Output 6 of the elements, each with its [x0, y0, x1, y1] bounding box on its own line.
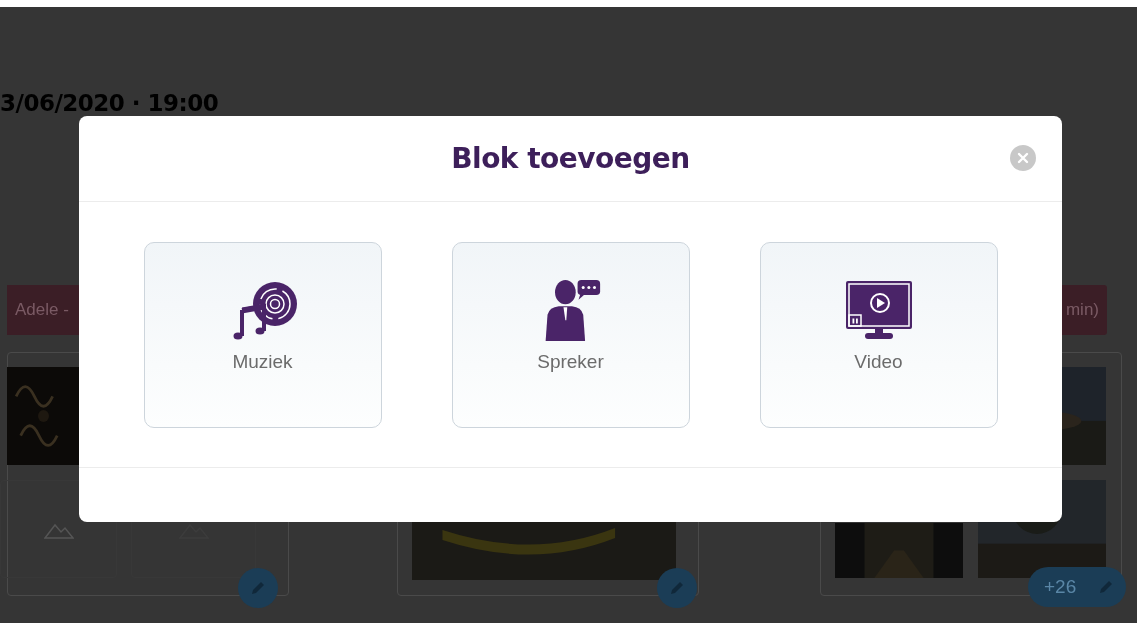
block-option[interactable]: Muziek: [143, 241, 382, 428]
dialog-title: Blok toevoegen: [451, 142, 690, 175]
photo-count: +26: [1044, 576, 1077, 598]
block-option[interactable]: Video: [759, 241, 998, 428]
photo-count-button[interactable]: +26: [1028, 567, 1126, 607]
block-option[interactable]: Spreker: [451, 241, 690, 428]
